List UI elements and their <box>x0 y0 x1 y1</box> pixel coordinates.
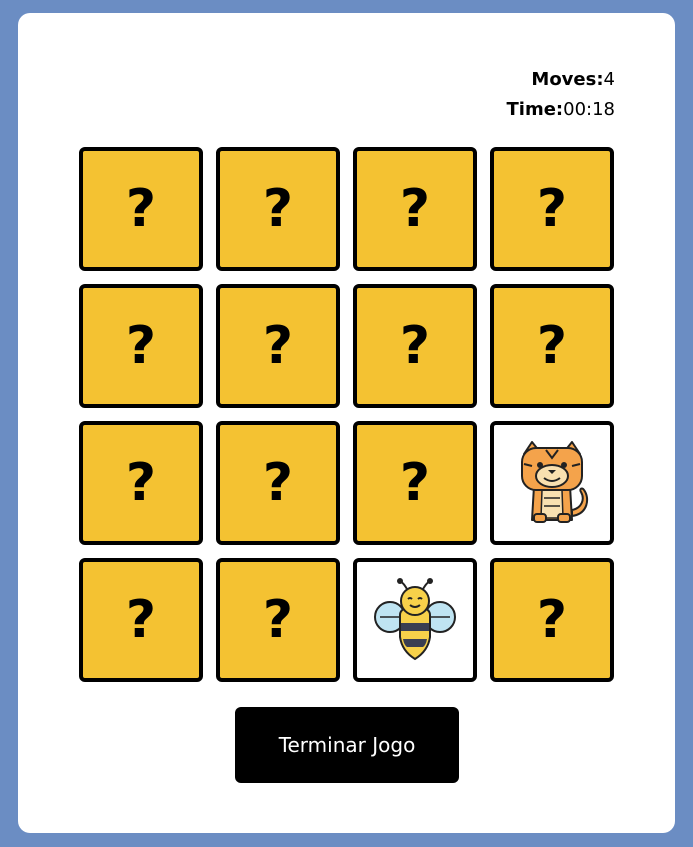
question-mark: ? <box>262 316 294 376</box>
timer: Time:00:18 <box>507 95 616 125</box>
time-label: Time: <box>506 99 564 120</box>
question-mark: ? <box>536 179 568 239</box>
stats: Moves:4 Time:00:18 <box>507 65 616 125</box>
memory-card[interactable]: ? <box>79 284 203 408</box>
moves-counter: Moves:4 <box>507 65 615 95</box>
memory-card[interactable]: ? <box>216 558 340 682</box>
question-mark: ? <box>262 453 294 513</box>
card-grid: ??????????? ?? ? <box>79 147 614 682</box>
memory-card[interactable] <box>490 421 614 545</box>
time-value: 00:18 <box>563 99 615 120</box>
moves-label: Moves: <box>531 69 604 90</box>
memory-card[interactable]: ? <box>79 421 203 545</box>
memory-card[interactable]: ? <box>490 284 614 408</box>
question-mark: ? <box>536 316 568 376</box>
memory-card[interactable]: ? <box>490 558 614 682</box>
memory-card[interactable]: ? <box>216 147 340 271</box>
question-mark: ? <box>125 179 157 239</box>
question-mark: ? <box>125 590 157 650</box>
tiger-icon <box>510 438 594 528</box>
end-game-button[interactable]: Terminar Jogo <box>235 707 459 783</box>
memory-card[interactable] <box>353 558 477 682</box>
memory-card[interactable]: ? <box>353 421 477 545</box>
question-mark: ? <box>262 179 294 239</box>
bee-icon <box>374 578 456 661</box>
memory-card[interactable]: ? <box>79 147 203 271</box>
question-mark: ? <box>125 453 157 513</box>
memory-card[interactable]: ? <box>216 284 340 408</box>
memory-card[interactable]: ? <box>490 147 614 271</box>
question-mark: ? <box>536 590 568 650</box>
moves-value: 4 <box>603 69 615 90</box>
question-mark: ? <box>262 590 294 650</box>
question-mark: ? <box>399 316 431 376</box>
memory-card[interactable]: ? <box>353 147 477 271</box>
memory-card[interactable]: ? <box>353 284 477 408</box>
bee-icon <box>370 575 460 665</box>
question-mark: ? <box>125 316 157 376</box>
tiger-icon <box>521 441 589 523</box>
memory-card[interactable]: ? <box>216 421 340 545</box>
memory-card[interactable]: ? <box>79 558 203 682</box>
question-mark: ? <box>399 179 431 239</box>
question-mark: ? <box>399 453 431 513</box>
game-panel: Moves:4 Time:00:18 ??????????? ?? ? Term… <box>18 13 675 833</box>
